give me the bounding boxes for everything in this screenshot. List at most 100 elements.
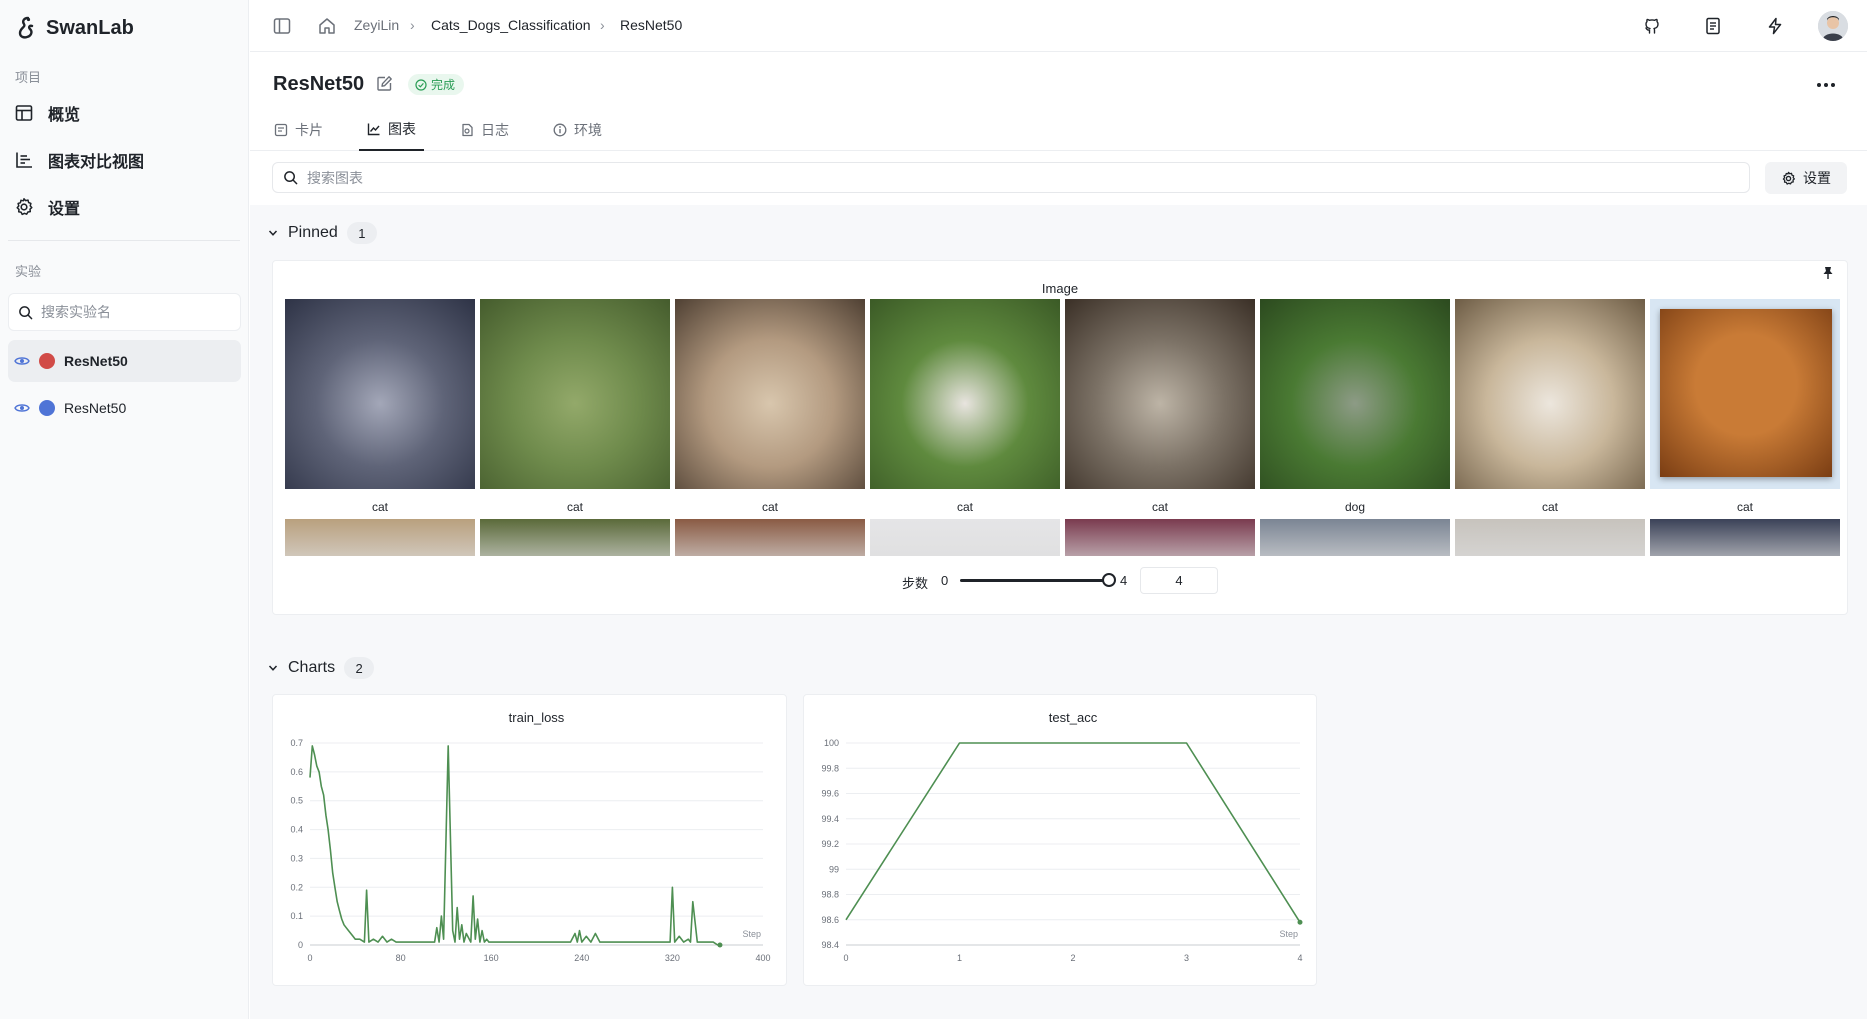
step-slider-handle[interactable] bbox=[1102, 573, 1116, 587]
more-options-icon[interactable] bbox=[1815, 74, 1837, 99]
pinned-section-toggle[interactable]: Pinned 1 bbox=[267, 222, 377, 244]
breadcrumb-run[interactable]: ResNet50 bbox=[620, 17, 682, 33]
image-label: cat bbox=[371, 500, 388, 514]
chart-panel-test-acc: test_acc 98.4 98.6 98.8 99 99.2 99.4 99.6 99.8 10… bbox=[803, 694, 1317, 986]
experiment-item[interactable]: ResNet50 bbox=[8, 387, 241, 429]
experiments-section-label: 实验 bbox=[15, 264, 42, 279]
tab-charts-label: 图表 bbox=[388, 120, 416, 137]
nav-settings-label: 设置 bbox=[48, 201, 81, 218]
eye-icon[interactable] bbox=[14, 353, 30, 369]
step-min: 0 bbox=[941, 573, 949, 588]
x-tick-label: 0 bbox=[307, 953, 312, 963]
image-thumbnail[interactable] bbox=[1260, 519, 1450, 556]
avatar[interactable] bbox=[1818, 11, 1848, 41]
breadcrumb-project[interactable]: Cats_Dogs_Classification bbox=[431, 17, 591, 33]
x-axis-label: Step bbox=[742, 929, 761, 939]
image-thumbnail[interactable] bbox=[1650, 299, 1840, 489]
sidebar-divider bbox=[8, 240, 240, 241]
chart-panel-train-loss: train_loss 0 0.1 0.2 0.3 0.4 0.5 0.6 0.7 0 80 160 24… bbox=[272, 694, 787, 986]
page-title: ResNet50 bbox=[273, 73, 365, 95]
pinned-count-badge: 1 bbox=[346, 222, 377, 244]
experiment-search-input[interactable] bbox=[41, 304, 231, 320]
image-thumbnail[interactable] bbox=[480, 299, 670, 489]
y-tick-label: 99.2 bbox=[821, 839, 839, 849]
image-thumbnail[interactable] bbox=[675, 299, 865, 489]
y-tick-label: 0.3 bbox=[290, 853, 303, 863]
image-thumbnail[interactable] bbox=[675, 519, 865, 556]
eye-icon[interactable] bbox=[14, 400, 30, 416]
image-thumbnail[interactable] bbox=[870, 299, 1060, 489]
image-thumbnail[interactable] bbox=[285, 519, 475, 556]
experiment-name: ResNet50 bbox=[64, 353, 128, 369]
image-thumbnail[interactable] bbox=[1455, 519, 1645, 556]
experiment-name: ResNet50 bbox=[64, 400, 127, 416]
test-acc-chart[interactable]: test_acc98.498.698.89999.299.499.699.810… bbox=[804, 695, 1316, 985]
chart-search-input[interactable] bbox=[307, 169, 1707, 186]
y-tick-label: 99.8 bbox=[821, 763, 839, 773]
x-tick-label: 240 bbox=[574, 953, 589, 963]
image-thumbnail[interactable] bbox=[1065, 519, 1255, 556]
nav-chart-compare[interactable]: 图表对比视图 bbox=[14, 144, 144, 176]
y-tick-label: 0.7 bbox=[290, 738, 303, 748]
pin-icon[interactable] bbox=[1822, 266, 1834, 283]
image-thumbnail[interactable] bbox=[480, 519, 670, 556]
breadcrumb-separator: › bbox=[600, 17, 605, 33]
series-end-point bbox=[1297, 919, 1303, 925]
chart-search[interactable] bbox=[272, 162, 1750, 193]
image-label: cat bbox=[761, 500, 778, 514]
swanlab-logo-icon bbox=[18, 16, 34, 39]
lightning-icon[interactable] bbox=[1763, 14, 1787, 38]
y-tick-label: 0.6 bbox=[290, 767, 303, 777]
tab-charts[interactable]: 图表 bbox=[359, 108, 424, 151]
image-thumbnail[interactable] bbox=[1650, 519, 1840, 556]
docs-icon[interactable] bbox=[1701, 14, 1725, 38]
github-icon[interactable] bbox=[1640, 14, 1664, 38]
tab-logs[interactable]: 日志 bbox=[460, 108, 509, 151]
step-input[interactable] bbox=[1140, 567, 1218, 594]
experiment-color-dot[interactable] bbox=[39, 353, 55, 369]
image-thumbnail[interactable] bbox=[285, 299, 475, 489]
sidebar-toggle-icon[interactable] bbox=[270, 14, 294, 38]
settings-button[interactable]: 设置 bbox=[1765, 162, 1847, 194]
x-tick-label: 80 bbox=[396, 953, 406, 963]
y-tick-label: 99 bbox=[829, 864, 839, 874]
tab-environment-label: 环境 bbox=[574, 121, 602, 138]
step-label: 步数 bbox=[902, 576, 929, 591]
image-thumbnail[interactable] bbox=[1065, 299, 1255, 489]
log-icon bbox=[462, 123, 473, 136]
series-line bbox=[845, 742, 1301, 923]
image-label: cat bbox=[1541, 500, 1558, 514]
home-icon[interactable] bbox=[315, 14, 339, 38]
image-thumbnail[interactable] bbox=[870, 519, 1060, 556]
x-tick-label: 2 bbox=[1070, 953, 1075, 963]
pinned-section-title: Pinned bbox=[288, 224, 338, 241]
image-thumbnail[interactable] bbox=[1260, 299, 1450, 489]
step-slider-track[interactable] bbox=[960, 579, 1108, 582]
x-axis-label: Step bbox=[1279, 929, 1298, 939]
tab-card[interactable]: 卡片 bbox=[274, 108, 323, 151]
series-line bbox=[309, 745, 720, 946]
gear-icon bbox=[1782, 171, 1795, 185]
experiment-search[interactable] bbox=[8, 293, 241, 331]
table-icon bbox=[15, 105, 33, 121]
chevron-down-icon bbox=[268, 665, 278, 671]
nav-overview[interactable]: 概览 bbox=[14, 97, 80, 129]
experiment-item[interactable]: ResNet50 bbox=[8, 340, 241, 382]
search-icon bbox=[284, 171, 298, 185]
sidebar: SwanLab 项目 概览 图表对比视图 设置 实验 ResNet50 ResN… bbox=[0, 0, 249, 1019]
breadcrumb-user[interactable]: ZeyiLin bbox=[354, 17, 399, 33]
nav-settings[interactable]: 设置 bbox=[14, 191, 80, 223]
charts-section-toggle[interactable]: Charts 2 bbox=[267, 657, 375, 679]
image-thumbnail[interactable] bbox=[1455, 299, 1645, 489]
step-max: 4 bbox=[1120, 573, 1128, 588]
tab-environment[interactable]: 环境 bbox=[553, 108, 602, 151]
y-tick-label: 100 bbox=[824, 738, 839, 748]
y-tick-label: 0.1 bbox=[290, 911, 303, 921]
info-icon bbox=[553, 123, 567, 136]
train-loss-chart[interactable]: train_loss 0 0.1 0.2 0.3 0.4 0.5 0.6 0.7 0 80 160 24… bbox=[273, 695, 786, 985]
x-tick-label: 3 bbox=[1184, 953, 1189, 963]
app-logo[interactable]: SwanLab bbox=[16, 16, 134, 40]
edit-icon[interactable] bbox=[376, 75, 393, 95]
chart-title: train_loss bbox=[509, 710, 565, 725]
experiment-color-dot[interactable] bbox=[39, 400, 55, 416]
